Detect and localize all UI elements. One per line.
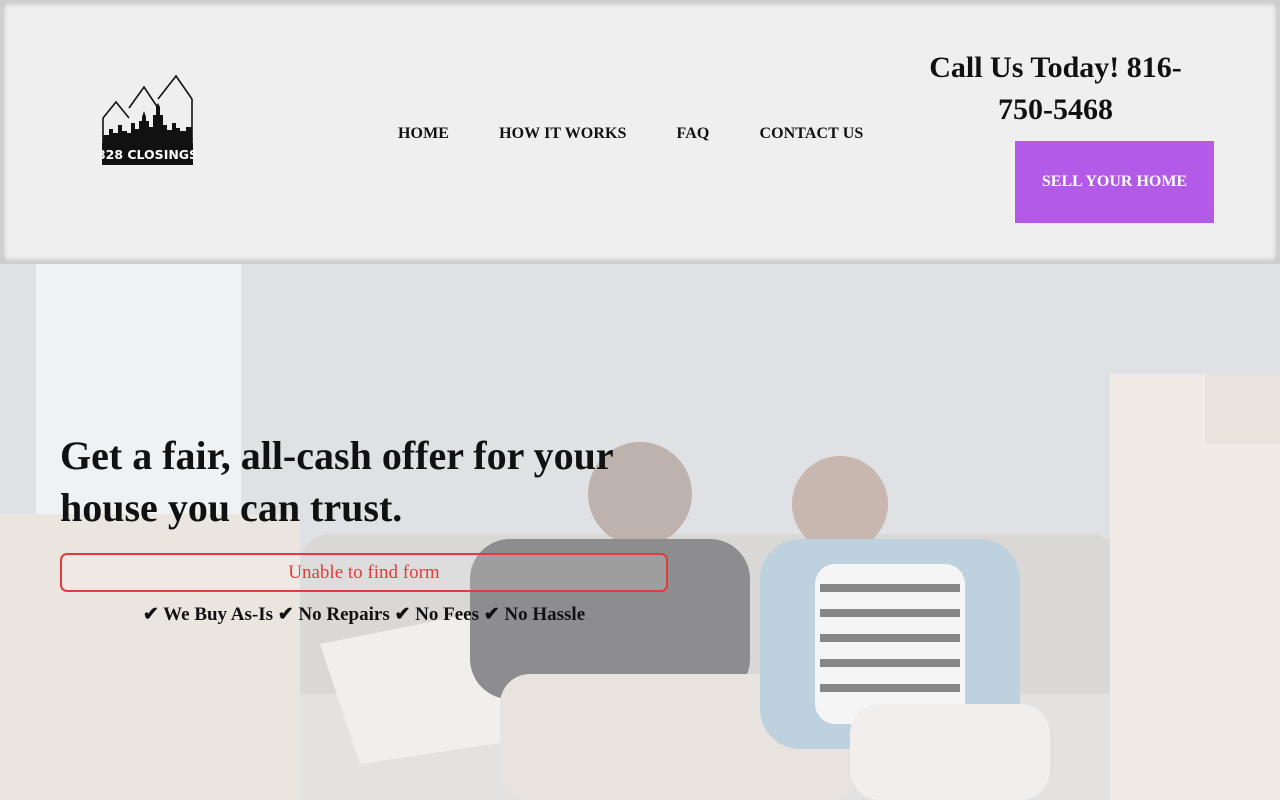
hero-section: Get a fair, all-cash offer for your hous…	[0, 264, 1280, 800]
house-skyline-logo-icon: 828 CLOSINGS	[100, 74, 196, 165]
nav-how-it-works[interactable]: HOW IT WORKS	[499, 125, 626, 143]
main-nav: HOME HOW IT WORKS FAQ CONTACT US	[398, 125, 863, 143]
form-error-message: Unable to find form	[60, 553, 668, 592]
call-us-phone: Call Us Today! 816-750-5468	[929, 51, 1182, 126]
nav-contact-us[interactable]: CONTACT US	[759, 125, 863, 143]
page: 828 CLOSINGS HOME HOW IT WORKS FAQ CONTA…	[0, 0, 1280, 800]
svg-text:828 CLOSINGS: 828 CLOSINGS	[100, 147, 196, 162]
nav-home[interactable]: HOME	[398, 125, 449, 143]
benefits-list: ✔ We Buy As-Is ✔ No Repairs ✔ No Fees ✔ …	[142, 604, 586, 625]
site-header: 828 CLOSINGS HOME HOW IT WORKS FAQ CONTA…	[0, 0, 1280, 264]
sell-your-home-button[interactable]: SELL YOUR HOME	[1015, 141, 1214, 223]
hero-headline: Get a fair, all-cash offer for your hous…	[60, 433, 613, 530]
nav-faq[interactable]: FAQ	[677, 125, 710, 143]
logo-link[interactable]: 828 CLOSINGS	[100, 73, 196, 169]
